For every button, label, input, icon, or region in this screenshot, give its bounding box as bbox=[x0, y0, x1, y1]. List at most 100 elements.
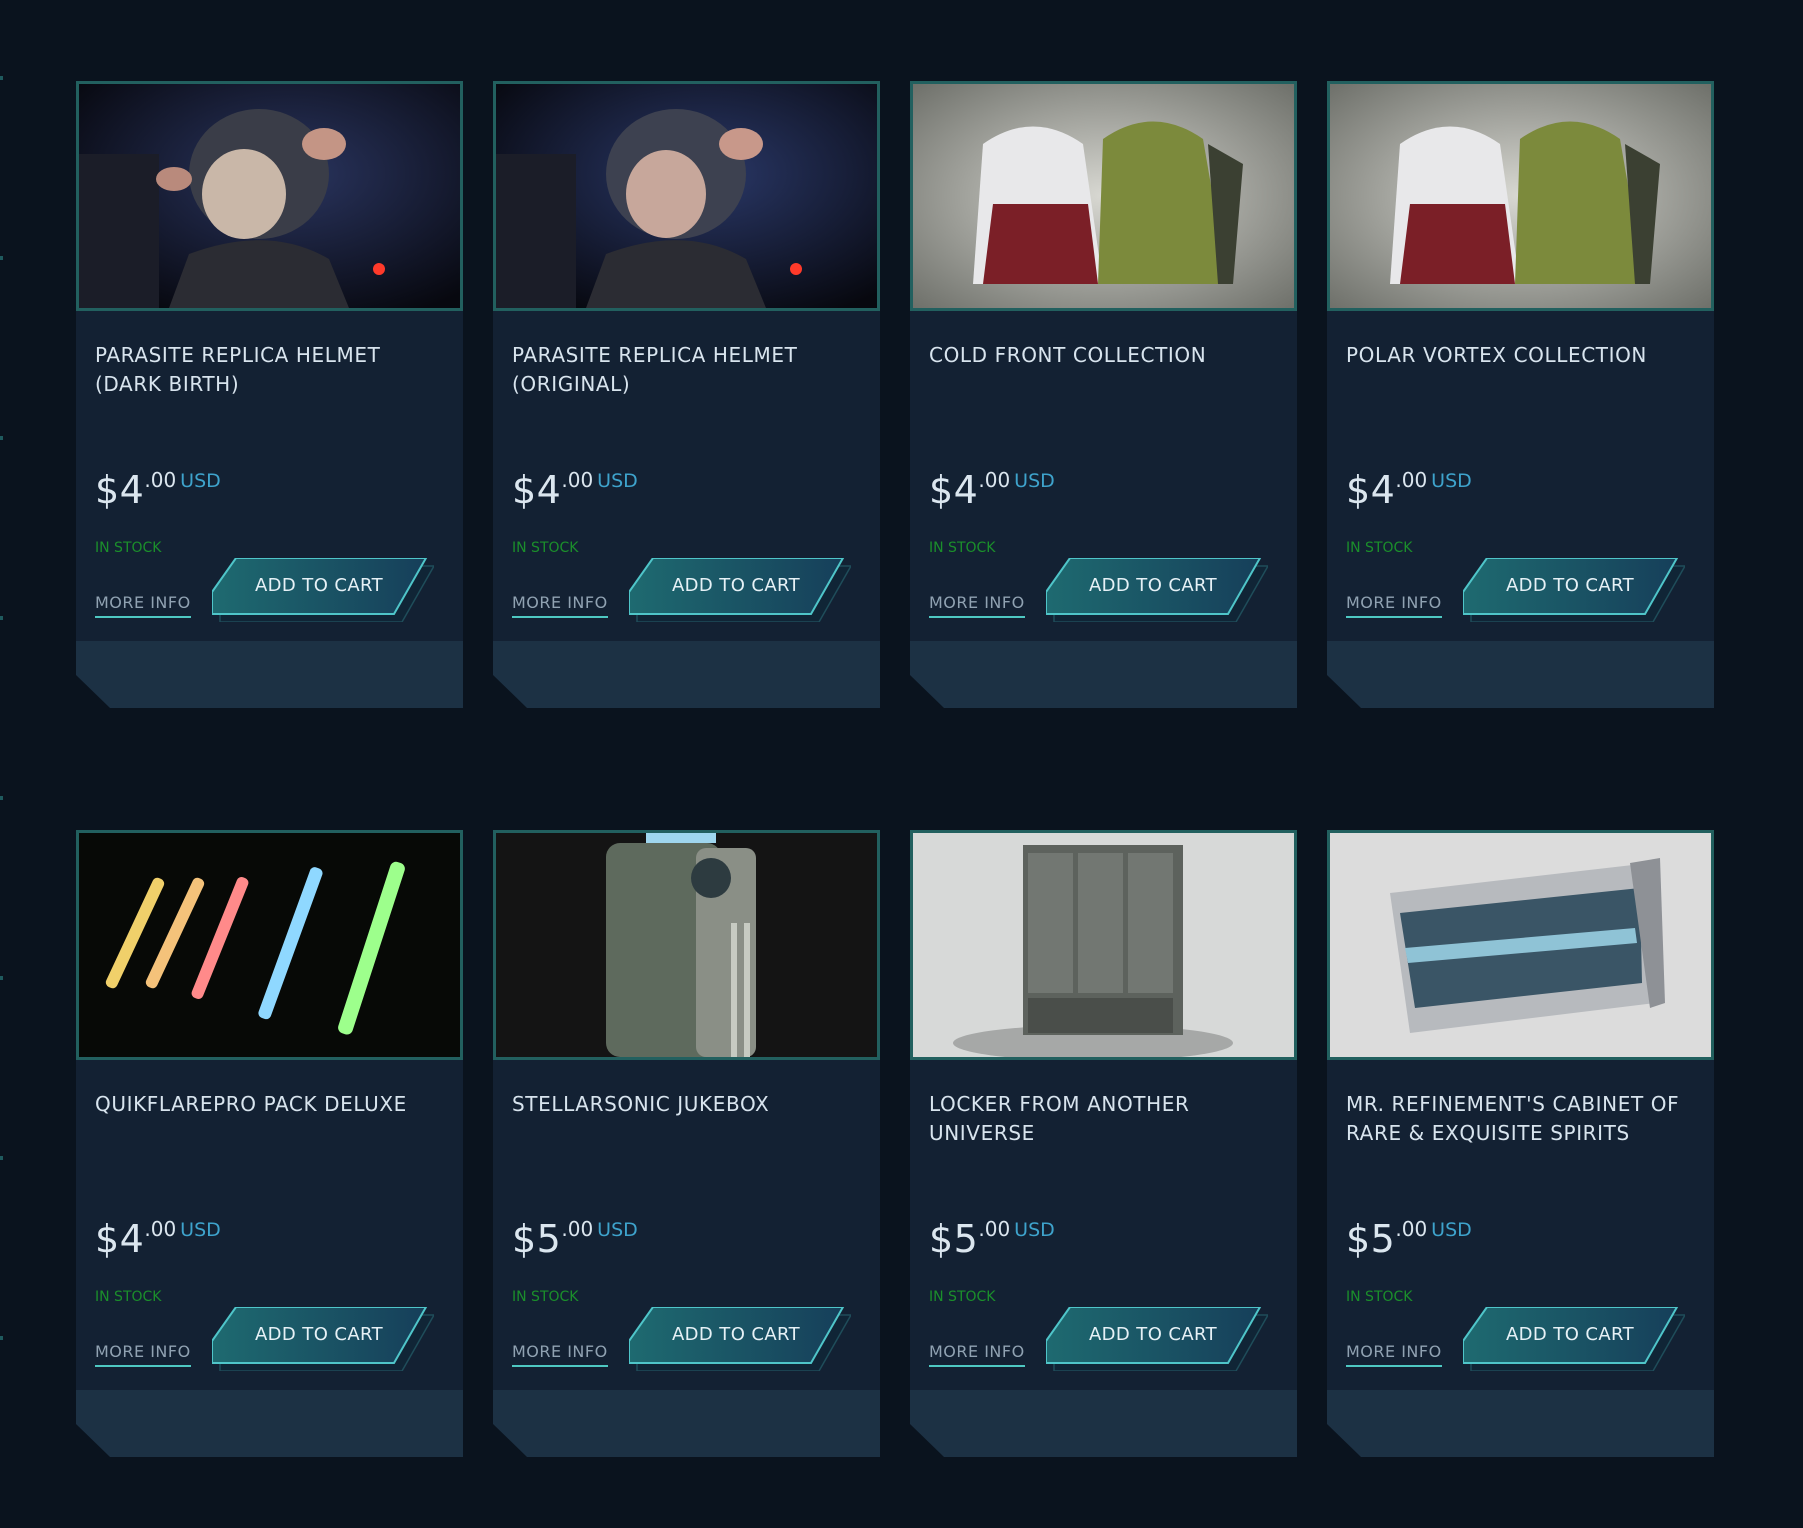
stock-status: IN STOCK bbox=[512, 1289, 579, 1305]
product-card-footer bbox=[76, 641, 463, 708]
price-cents: .00 bbox=[561, 1217, 594, 1241]
price-whole: $5 bbox=[512, 1217, 562, 1261]
product-card-5: QUIKFLAREPRO PACK DELUXE $4.00 USD IN STO… bbox=[76, 830, 463, 1457]
add-to-cart-button[interactable]: ADD TO CART bbox=[212, 1307, 434, 1371]
product-card-body: MR. REFINEMENT'S CABINET OF RARE & EXQUI… bbox=[1327, 1060, 1714, 1390]
price-currency: USD bbox=[180, 470, 221, 492]
stock-status: IN STOCK bbox=[95, 1289, 162, 1305]
product-image[interactable] bbox=[493, 830, 880, 1060]
product-price: $4.00 USD bbox=[95, 468, 221, 512]
product-card-body: PARASITE REPLICA HELMET (DARK BIRTH) $4.… bbox=[76, 311, 463, 641]
product-title[interactable]: QUIKFLAREPRO PACK DELUXE bbox=[95, 1090, 447, 1119]
add-to-cart-button[interactable]: ADD TO CART bbox=[1463, 1307, 1685, 1371]
price-whole: $5 bbox=[1346, 1217, 1396, 1261]
add-to-cart-label: ADD TO CART bbox=[671, 575, 801, 596]
edge-decoration bbox=[0, 76, 3, 80]
add-to-cart-button[interactable]: ADD TO CART bbox=[212, 558, 434, 622]
edge-decoration bbox=[0, 256, 3, 260]
product-card-8: MR. REFINEMENT'S CABINET OF RARE & EXQUI… bbox=[1327, 830, 1714, 1457]
store-page: PARASITE REPLICA HELMET (DARK BIRTH) $4.… bbox=[0, 0, 1803, 1528]
product-card-footer bbox=[1327, 1390, 1714, 1457]
edge-decoration bbox=[0, 1156, 3, 1160]
stock-status: IN STOCK bbox=[929, 1289, 996, 1305]
product-image[interactable] bbox=[1327, 81, 1714, 311]
product-card-body: COLD FRONT COLLECTION $4.00 USD IN STOCK … bbox=[910, 311, 1297, 641]
product-grid: PARASITE REPLICA HELMET (DARK BIRTH) $4.… bbox=[76, 81, 1714, 1457]
product-card-4: POLAR VORTEX COLLECTION $4.00 USD IN STOC… bbox=[1327, 81, 1714, 708]
product-image[interactable] bbox=[1327, 830, 1714, 1060]
price-whole: $4 bbox=[1346, 468, 1396, 512]
add-to-cart-button[interactable]: ADD TO CART bbox=[629, 558, 851, 622]
product-card-footer bbox=[493, 641, 880, 708]
product-title[interactable]: COLD FRONT COLLECTION bbox=[929, 341, 1281, 370]
more-info-link[interactable]: MORE INFO bbox=[1346, 593, 1442, 618]
price-currency: USD bbox=[1431, 470, 1472, 492]
more-info-link[interactable]: MORE INFO bbox=[512, 1342, 608, 1367]
add-to-cart-label: ADD TO CART bbox=[254, 575, 384, 596]
product-card-body: LOCKER FROM ANOTHER UNIVERSE $5.00 USD IN… bbox=[910, 1060, 1297, 1390]
product-title[interactable]: LOCKER FROM ANOTHER UNIVERSE bbox=[929, 1090, 1281, 1148]
product-title[interactable]: MR. REFINEMENT'S CABINET OF RARE & EXQUI… bbox=[1346, 1090, 1698, 1148]
product-card-footer bbox=[910, 1390, 1297, 1457]
product-price: $4.00 USD bbox=[95, 1217, 221, 1261]
add-to-cart-button[interactable]: ADD TO CART bbox=[1046, 558, 1268, 622]
add-to-cart-button[interactable]: ADD TO CART bbox=[1046, 1307, 1268, 1371]
price-whole: $4 bbox=[929, 468, 979, 512]
product-image[interactable] bbox=[910, 830, 1297, 1060]
edge-decoration bbox=[0, 616, 3, 620]
add-to-cart-button[interactable]: ADD TO CART bbox=[1463, 558, 1685, 622]
price-cents: .00 bbox=[1395, 468, 1428, 492]
price-currency: USD bbox=[1014, 1219, 1055, 1241]
product-title[interactable]: PARASITE REPLICA HELMET (ORIGINAL) bbox=[512, 341, 864, 399]
product-card-body: STELLARSONIC JUKEBOX $5.00 USD IN STOCK M… bbox=[493, 1060, 880, 1390]
product-title[interactable]: POLAR VORTEX COLLECTION bbox=[1346, 341, 1698, 370]
add-to-cart-label: ADD TO CART bbox=[1088, 575, 1218, 596]
product-card-footer bbox=[1327, 641, 1714, 708]
product-image[interactable] bbox=[910, 81, 1297, 311]
product-price: $5.00 USD bbox=[929, 1217, 1055, 1261]
product-card-2: PARASITE REPLICA HELMET (ORIGINAL) $4.00… bbox=[493, 81, 880, 708]
price-cents: .00 bbox=[144, 1217, 177, 1241]
add-to-cart-button[interactable]: ADD TO CART bbox=[629, 1307, 851, 1371]
stock-status: IN STOCK bbox=[512, 540, 579, 556]
add-to-cart-label: ADD TO CART bbox=[1505, 1324, 1635, 1345]
product-image[interactable] bbox=[493, 81, 880, 311]
price-currency: USD bbox=[597, 1219, 638, 1241]
product-title[interactable]: PARASITE REPLICA HELMET (DARK BIRTH) bbox=[95, 341, 447, 399]
product-title[interactable]: STELLARSONIC JUKEBOX bbox=[512, 1090, 864, 1119]
add-to-cart-label: ADD TO CART bbox=[1088, 1324, 1218, 1345]
product-image[interactable] bbox=[76, 830, 463, 1060]
price-currency: USD bbox=[180, 1219, 221, 1241]
edge-decoration bbox=[0, 796, 3, 800]
product-card-footer bbox=[493, 1390, 880, 1457]
price-currency: USD bbox=[597, 470, 638, 492]
product-card-body: PARASITE REPLICA HELMET (ORIGINAL) $4.00… bbox=[493, 311, 880, 641]
price-cents: .00 bbox=[1395, 1217, 1428, 1241]
stock-status: IN STOCK bbox=[95, 540, 162, 556]
product-price: $4.00 USD bbox=[512, 468, 638, 512]
more-info-link[interactable]: MORE INFO bbox=[512, 593, 608, 618]
product-price: $4.00 USD bbox=[929, 468, 1055, 512]
price-cents: .00 bbox=[144, 468, 177, 492]
price-currency: USD bbox=[1014, 470, 1055, 492]
more-info-link[interactable]: MORE INFO bbox=[95, 1342, 191, 1367]
stock-status: IN STOCK bbox=[1346, 1289, 1413, 1305]
edge-decoration bbox=[0, 976, 3, 980]
price-cents: .00 bbox=[978, 1217, 1011, 1241]
more-info-link[interactable]: MORE INFO bbox=[95, 593, 191, 618]
stock-status: IN STOCK bbox=[929, 540, 996, 556]
product-card-body: QUIKFLAREPRO PACK DELUXE $4.00 USD IN STO… bbox=[76, 1060, 463, 1390]
edge-decoration bbox=[0, 1336, 3, 1340]
more-info-link[interactable]: MORE INFO bbox=[929, 593, 1025, 618]
product-card-3: COLD FRONT COLLECTION $4.00 USD IN STOCK … bbox=[910, 81, 1297, 708]
edge-decoration bbox=[0, 436, 3, 440]
more-info-link[interactable]: MORE INFO bbox=[929, 1342, 1025, 1367]
product-image[interactable] bbox=[76, 81, 463, 311]
more-info-link[interactable]: MORE INFO bbox=[1346, 1342, 1442, 1367]
price-cents: .00 bbox=[978, 468, 1011, 492]
add-to-cart-label: ADD TO CART bbox=[1505, 575, 1635, 596]
price-whole: $4 bbox=[95, 468, 145, 512]
add-to-cart-label: ADD TO CART bbox=[671, 1324, 801, 1345]
price-currency: USD bbox=[1431, 1219, 1472, 1241]
product-card-1: PARASITE REPLICA HELMET (DARK BIRTH) $4.… bbox=[76, 81, 463, 708]
